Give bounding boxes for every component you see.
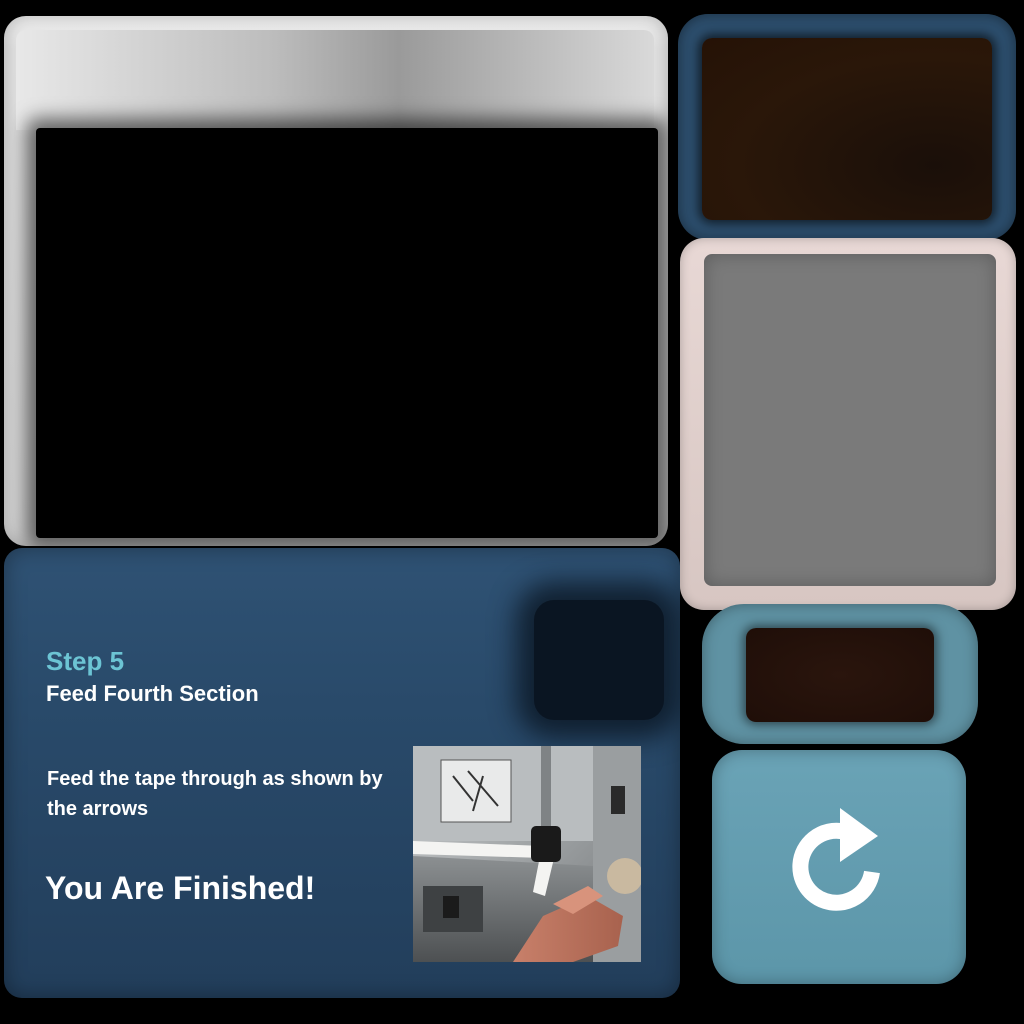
monitor-screen: [36, 128, 658, 538]
step-title: Step 5: [46, 646, 125, 676]
stage: Step 5 Feed Fourth Section Feed the tape…: [0, 0, 1024, 1024]
top-right-tile-screen: [702, 38, 992, 220]
instruction-photo: [413, 746, 641, 962]
monitor-panel: [4, 16, 668, 546]
instruction-panel: Step 5 Feed Fourth Section Feed the tape…: [4, 548, 680, 998]
monitor-top-bezel: [16, 30, 654, 130]
gray-tile-surface: [704, 254, 996, 586]
finished-message: You Are Finished!: [45, 870, 316, 906]
restart-icon: [792, 808, 880, 911]
panel-dark-patch: [534, 600, 664, 720]
restart-button[interactable]: [712, 750, 966, 984]
top-right-tile: [678, 14, 1016, 240]
step-instruction: Feed the tape through as shown by the ar…: [47, 768, 383, 820]
step-subtitle: Feed Fourth Section: [46, 681, 259, 706]
gray-tile: [680, 238, 1016, 610]
small-blue-tile: [702, 604, 978, 744]
small-blue-tile-screen: [746, 628, 934, 722]
